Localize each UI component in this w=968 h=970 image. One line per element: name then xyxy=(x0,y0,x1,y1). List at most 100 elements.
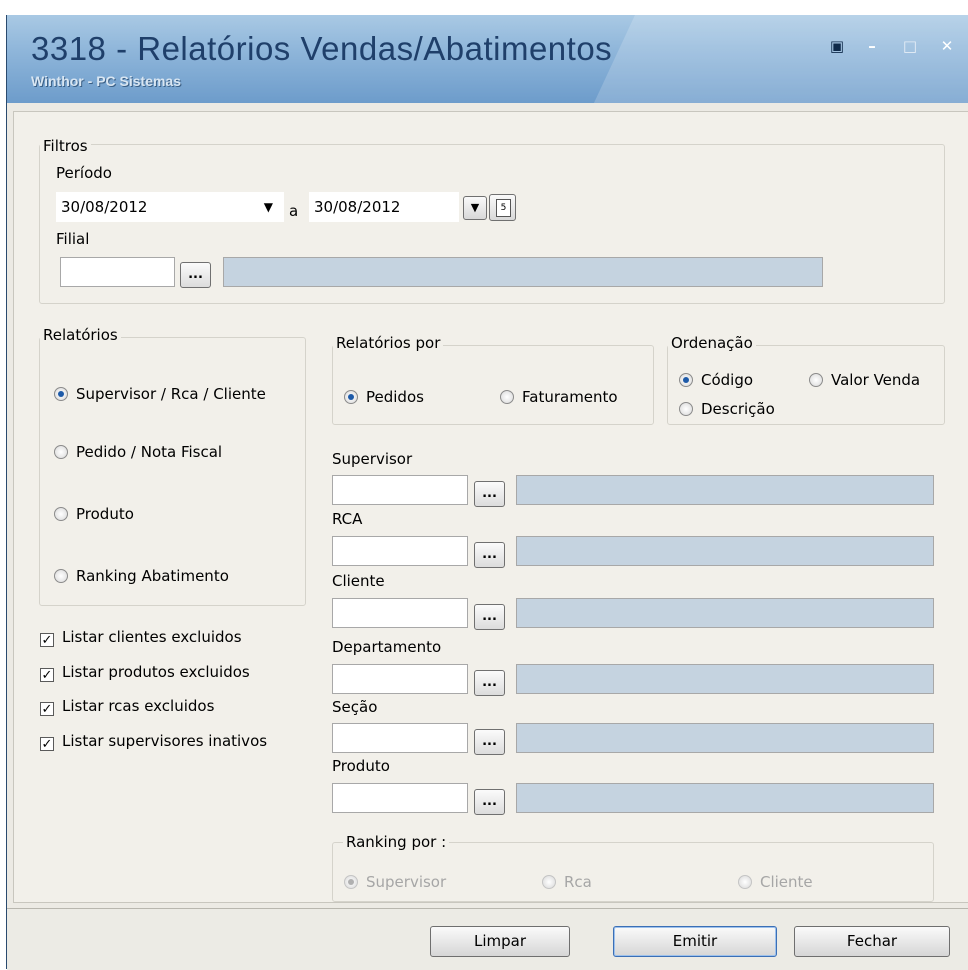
radio-icon xyxy=(54,569,68,583)
checkbox-listar-rcas-excluidos[interactable]: ✓ Listar rcas excluidos xyxy=(40,696,214,716)
emitir-button[interactable]: Emitir xyxy=(613,926,777,957)
radio-icon xyxy=(500,390,514,404)
checkmark-icon: ✓ xyxy=(40,633,54,648)
window-title: 3318 - Relatórios Vendas/Abatimentos xyxy=(31,30,613,67)
departamento-label: Departamento xyxy=(332,638,442,656)
filial-description-field xyxy=(223,257,823,287)
filial-label: Filial xyxy=(56,230,90,248)
produto-description-field xyxy=(516,783,934,813)
checkbox-label: Listar produtos excluidos xyxy=(62,663,250,681)
relatorios-por-label: Relatórios por xyxy=(333,334,444,352)
radio-codigo[interactable]: Código xyxy=(679,370,753,390)
cliente-description-field xyxy=(516,598,934,628)
radio-icon xyxy=(54,445,68,459)
produto-label: Produto xyxy=(332,757,390,775)
rca-code-input[interactable] xyxy=(332,536,468,566)
radio-ranking-abatimento[interactable]: Ranking Abatimento xyxy=(54,566,229,586)
radio-label: Cliente xyxy=(760,873,813,891)
close-icon[interactable]: ✕ xyxy=(937,37,957,55)
calendar-page-icon: 5 xyxy=(496,199,511,217)
radio-valor-venda[interactable]: Valor Venda xyxy=(809,370,920,390)
relatorios-label: Relatórios xyxy=(40,326,121,344)
radio-selected-icon xyxy=(344,390,358,404)
secao-lookup-button[interactable]: ... xyxy=(474,729,505,755)
restore-icon[interactable]: ▣ xyxy=(827,37,847,55)
radio-supervisor-rca-cliente[interactable]: Supervisor / Rca / Cliente xyxy=(54,384,266,404)
fechar-button[interactable]: Fechar xyxy=(794,926,950,957)
supervisor-code-input[interactable] xyxy=(332,475,468,505)
secao-description-field xyxy=(516,723,934,753)
title-bar[interactable]: 3318 - Relatórios Vendas/Abatimentos Win… xyxy=(7,15,968,103)
rca-description-field xyxy=(516,536,934,566)
radio-ranking-rca[interactable]: Rca xyxy=(542,872,592,892)
checkmark-icon: ✓ xyxy=(40,702,54,717)
radio-selected-icon xyxy=(344,875,358,889)
checkbox-label: Listar supervisores inativos xyxy=(62,732,268,750)
radio-faturamento[interactable]: Faturamento xyxy=(500,387,618,407)
checkbox-label: Listar rcas excluidos xyxy=(62,697,215,715)
radio-label: Descrição xyxy=(701,400,775,418)
radio-produto[interactable]: Produto xyxy=(54,504,134,524)
date-from-field[interactable]: 30/08/2012 ▼ xyxy=(56,192,284,222)
calendar-icon[interactable]: 5 xyxy=(489,194,516,221)
radio-label: Rca xyxy=(564,873,592,891)
radio-descricao[interactable]: Descrição xyxy=(679,399,775,419)
checkbox-label: Listar clientes excluidos xyxy=(62,628,242,646)
checkbox-listar-supervisores-inativos[interactable]: ✓ Listar supervisores inativos xyxy=(40,731,267,751)
window-subtitle: Winthor - PC Sistemas xyxy=(31,73,182,89)
radio-label: Pedido / Nota Fiscal xyxy=(76,443,223,461)
date-to-value: 30/08/2012 xyxy=(314,198,401,216)
radio-label: Código xyxy=(701,371,754,389)
maximize-icon[interactable]: □ xyxy=(900,37,920,55)
cliente-label: Cliente xyxy=(332,572,385,590)
radio-selected-icon xyxy=(54,387,68,401)
radio-label: Valor Venda xyxy=(831,371,921,389)
chevron-down-icon[interactable]: ▼ xyxy=(264,193,273,221)
radio-ranking-supervisor[interactable]: Supervisor xyxy=(344,872,446,892)
radio-label: Pedidos xyxy=(366,388,424,406)
date-separator: a xyxy=(289,202,299,220)
radio-label: Produto xyxy=(76,505,134,523)
rca-lookup-button[interactable]: ... xyxy=(474,542,505,568)
secao-label: Seção xyxy=(332,698,378,716)
checkbox-listar-produtos-excluidos[interactable]: ✓ Listar produtos excluidos xyxy=(40,662,250,682)
button-bar: Limpar Emitir Fechar xyxy=(7,908,968,970)
radio-icon xyxy=(679,402,693,416)
radio-label: Ranking Abatimento xyxy=(76,567,229,585)
departamento-code-input[interactable] xyxy=(332,664,468,694)
radio-label: Faturamento xyxy=(522,388,618,406)
radio-selected-icon xyxy=(679,373,693,387)
radio-pedidos[interactable]: Pedidos xyxy=(344,387,424,407)
date-from-value: 30/08/2012 xyxy=(61,198,148,216)
radio-label: Supervisor xyxy=(366,873,447,891)
radio-icon xyxy=(738,875,752,889)
radio-pedido-nota-fiscal[interactable]: Pedido / Nota Fiscal xyxy=(54,442,222,462)
cliente-lookup-button[interactable]: ... xyxy=(474,604,505,630)
departamento-lookup-button[interactable]: ... xyxy=(474,670,505,696)
supervisor-lookup-button[interactable]: ... xyxy=(474,481,505,507)
date-to-field[interactable]: 30/08/2012 xyxy=(309,192,459,222)
cliente-code-input[interactable] xyxy=(332,598,468,628)
minimize-icon[interactable]: – xyxy=(862,37,882,55)
supervisor-label: Supervisor xyxy=(332,450,413,468)
date-to-dropdown-button[interactable]: ▼ xyxy=(463,196,487,220)
limpar-button[interactable]: Limpar xyxy=(430,926,570,957)
radio-ranking-cliente[interactable]: Cliente xyxy=(738,872,813,892)
periodo-label: Período xyxy=(56,164,112,182)
radio-label: Supervisor / Rca / Cliente xyxy=(76,385,266,403)
ranking-por-label: Ranking por : xyxy=(343,833,450,851)
report-window: 3318 - Relatórios Vendas/Abatimentos Win… xyxy=(6,15,968,970)
checkmark-icon: ✓ xyxy=(40,668,54,683)
filial-code-input[interactable] xyxy=(60,257,175,287)
checkbox-listar-clientes-excluidos[interactable]: ✓ Listar clientes excluidos xyxy=(40,627,242,647)
ordenacao-label: Ordenação xyxy=(668,334,756,352)
departamento-description-field xyxy=(516,664,934,694)
supervisor-description-field xyxy=(516,475,934,505)
filial-lookup-button[interactable]: ... xyxy=(180,262,211,288)
rca-label: RCA xyxy=(332,510,363,528)
form-area: Filtros Período 30/08/2012 ▼ a 30/08/201… xyxy=(13,111,968,903)
radio-icon xyxy=(54,507,68,521)
produto-code-input[interactable] xyxy=(332,783,468,813)
secao-code-input[interactable] xyxy=(332,723,468,753)
produto-lookup-button[interactable]: ... xyxy=(474,789,505,815)
